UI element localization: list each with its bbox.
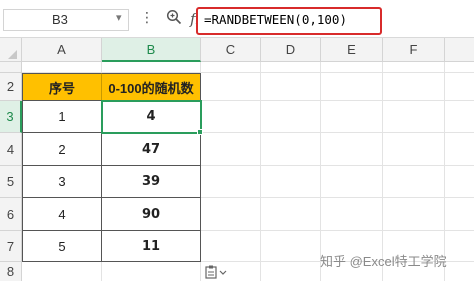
row-header-4[interactable]: 4	[0, 133, 22, 166]
dots-icon: ⋮	[140, 9, 154, 25]
column-header-c[interactable]: C	[201, 38, 261, 62]
row-header-7[interactable]: 7	[0, 231, 22, 262]
gridline	[260, 62, 261, 281]
table-cell-value[interactable]: 47	[102, 133, 201, 166]
row-header-6[interactable]: 6	[0, 198, 22, 231]
column-header-f[interactable]: F	[383, 38, 445, 62]
name-box[interactable]: B3 ▾	[3, 9, 129, 31]
formula-text: =RANDBETWEEN(0,100)	[204, 12, 347, 27]
gridline	[444, 62, 445, 281]
gridline	[320, 62, 321, 281]
table-cell-value[interactable]: 11	[102, 231, 201, 262]
table-cell-index[interactable]: 2	[22, 133, 102, 166]
row-header-0	[0, 62, 22, 73]
table-cell-index[interactable]: 3	[22, 166, 102, 198]
corner-triangle-icon	[8, 50, 17, 59]
table-cell-index[interactable]: 1	[22, 101, 102, 133]
column-header-b[interactable]: B	[102, 38, 201, 62]
row-header-2[interactable]: 2	[0, 73, 22, 101]
row-header-5[interactable]: 5	[0, 166, 22, 198]
row-header-3[interactable]: 3	[0, 101, 22, 133]
watermark: 知乎 @Excel特工学院	[320, 254, 447, 269]
table-cell-value[interactable]: 39	[102, 166, 201, 198]
formula-bar: B3 ▾ ⋮ fx =RANDBETWEEN(0,100)	[0, 0, 474, 38]
row-header-8[interactable]: 8	[0, 262, 22, 281]
chevron-down-icon[interactable]: ▾	[116, 11, 122, 24]
column-header-a[interactable]: A	[22, 38, 102, 62]
table-cell-index[interactable]: 4	[22, 198, 102, 231]
table-header-index[interactable]: 序号	[22, 73, 102, 101]
gridline	[382, 62, 383, 281]
column-header-d[interactable]: D	[261, 38, 321, 62]
active-cell-selection	[101, 100, 202, 134]
table-header-random[interactable]: 0-100的随机数	[102, 73, 201, 101]
fill-handle[interactable]	[197, 129, 203, 135]
name-box-value: B3	[52, 12, 68, 27]
formula-input[interactable]: =RANDBETWEEN(0,100)	[196, 7, 382, 35]
select-all-corner[interactable]	[0, 38, 22, 62]
paste-options-icon[interactable]	[205, 265, 227, 282]
magnifier-icon[interactable]	[166, 9, 182, 25]
table-cell-index[interactable]: 5	[22, 231, 102, 262]
table-cell-value[interactable]: 90	[102, 198, 201, 231]
column-header-e[interactable]: E	[321, 38, 383, 62]
column-header-overflow	[445, 38, 474, 62]
